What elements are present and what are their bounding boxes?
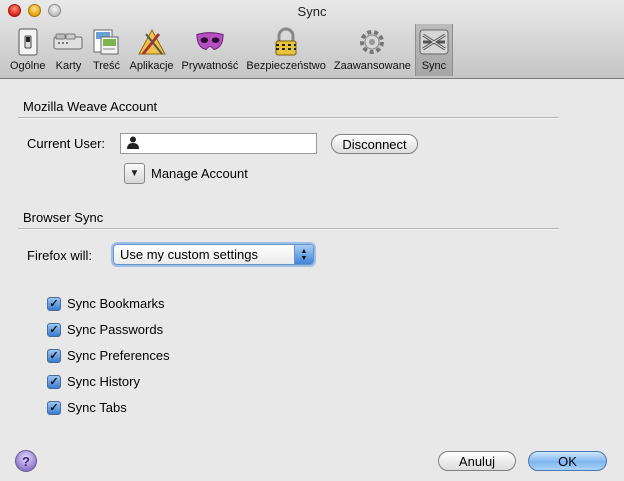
tab-general[interactable]: Ogólne — [6, 24, 49, 76]
firefox-will-label: Firefox will: — [27, 248, 93, 263]
sync-passwords-label: Sync Passwords — [67, 322, 164, 337]
manage-account-label[interactable]: Manage Account — [151, 166, 248, 181]
sync-preferences-checkbox[interactable]: ✓ — [47, 348, 61, 363]
browser-sync-divider — [18, 228, 559, 230]
tab-sync[interactable]: Sync — [414, 24, 453, 76]
sync-history-option[interactable]: ✓ Sync History — [47, 374, 140, 389]
advanced-gear-icon — [357, 27, 387, 57]
tab-sync-label: Sync — [421, 60, 447, 72]
tab-security-label: Bezpieczeństwo — [246, 60, 326, 72]
browser-sync-section-title: Browser Sync — [23, 210, 104, 225]
tab-content-label: Treść — [92, 60, 121, 72]
sync-passwords-option[interactable]: ✓ Sync Passwords — [47, 322, 163, 337]
sync-mode-select[interactable]: Use my custom settings ▲ ▼ — [113, 244, 314, 265]
sync-tabs-label: Sync Tabs — [67, 400, 127, 415]
tab-tabs-label: Karty — [55, 60, 82, 72]
window-title: Sync — [297, 4, 327, 19]
current-user-label: Current User: — [27, 136, 106, 151]
security-padlock-icon — [271, 27, 301, 57]
ok-button[interactable]: OK — [528, 451, 607, 471]
applications-icon — [137, 27, 167, 57]
account-section-title: Mozilla Weave Account — [23, 99, 158, 114]
sync-weave-icon — [419, 27, 449, 57]
tab-advanced-label: Zaawansowane — [333, 60, 411, 72]
tab-applications-label: Aplikacje — [129, 60, 174, 72]
disconnect-button[interactable]: Disconnect — [331, 134, 418, 154]
title-bar: Sync Ogólne Karty Treść Aplikacje Prywat… — [0, 0, 624, 79]
triangle-down-icon: ▼ — [129, 168, 140, 179]
account-section-divider — [18, 117, 559, 119]
sync-bookmarks-label: Sync Bookmarks — [67, 296, 165, 311]
tab-general-label: Ogólne — [10, 60, 46, 72]
tab-privacy-label: Prywatność — [181, 60, 239, 72]
sync-history-checkbox[interactable]: ✓ — [47, 374, 61, 389]
tab-privacy[interactable]: Prywatność — [178, 24, 243, 76]
cancel-button[interactable]: Anuluj — [438, 451, 516, 471]
tab-tabs[interactable]: Karty — [49, 24, 87, 76]
sync-history-label: Sync History — [67, 374, 140, 389]
tabs-icon — [53, 27, 83, 57]
tab-applications[interactable]: Aplikacje — [125, 24, 177, 76]
tab-advanced[interactable]: Zaawansowane — [330, 24, 415, 76]
content-icon — [91, 27, 121, 57]
manage-account-dropdown-button[interactable]: ▼ — [124, 163, 145, 184]
sync-tabs-option[interactable]: ✓ Sync Tabs — [47, 400, 127, 415]
sync-bookmarks-option[interactable]: ✓ Sync Bookmarks — [47, 296, 165, 311]
select-arrows-icon: ▲ ▼ — [294, 245, 313, 264]
sync-passwords-checkbox[interactable]: ✓ — [47, 322, 61, 337]
sync-preferences-label: Sync Preferences — [67, 348, 170, 363]
privacy-mask-icon — [195, 27, 225, 57]
preferences-window: Sync Ogólne Karty Treść Aplikacje Prywat… — [0, 0, 624, 481]
general-switch-icon — [13, 27, 43, 57]
sync-bookmarks-checkbox[interactable]: ✓ — [47, 296, 61, 311]
user-silhouette-icon — [127, 136, 139, 152]
help-button[interactable]: ? — [15, 450, 37, 472]
preferences-toolbar: Ogólne Karty Treść Aplikacje Prywatność … — [6, 24, 453, 76]
current-user-field — [120, 133, 317, 154]
sync-mode-selected-value: Use my custom settings — [120, 247, 258, 262]
tab-security[interactable]: Bezpieczeństwo — [242, 24, 330, 76]
sync-tabs-checkbox[interactable]: ✓ — [47, 400, 61, 415]
tab-content[interactable]: Treść — [87, 24, 125, 76]
sync-preferences-option[interactable]: ✓ Sync Preferences — [47, 348, 170, 363]
